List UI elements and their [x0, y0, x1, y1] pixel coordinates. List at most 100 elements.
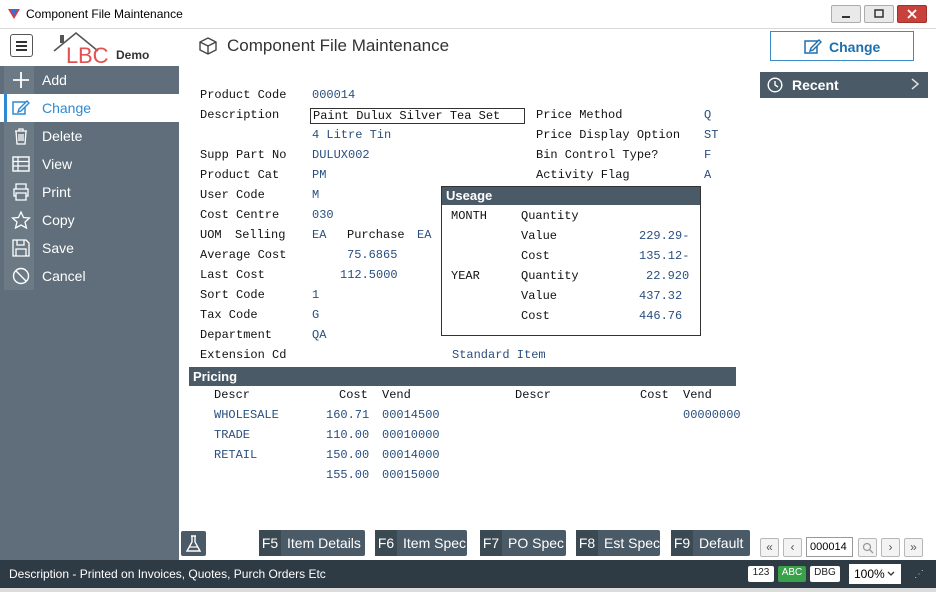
pricing-descr[interactable]: TRADE	[214, 428, 250, 442]
fkey-label: Default	[699, 535, 744, 551]
clock-icon	[767, 77, 783, 93]
price-method-field[interactable]: Q	[704, 108, 711, 122]
first-record-button[interactable]: «	[760, 538, 779, 557]
avg-cost-label: Average Cost	[200, 248, 287, 262]
change-mode-button[interactable]: Change	[770, 31, 914, 61]
maximize-icon	[874, 9, 884, 18]
zoom-select[interactable]: 100%	[849, 564, 901, 584]
sidebar-item-cancel[interactable]: Cancel	[0, 262, 179, 290]
pricing-vend[interactable]: 00010000	[382, 428, 440, 442]
pricing-descr[interactable]: RETAIL	[214, 448, 257, 462]
change-mode-label: Change	[829, 39, 881, 55]
supp-part-label: Supp Part No	[200, 148, 287, 162]
sidebar-item-view[interactable]: View	[0, 150, 179, 178]
close-button[interactable]	[897, 5, 927, 23]
debug-mode-badge[interactable]: DBG	[810, 566, 840, 582]
f9-default-button[interactable]: F9 Default	[671, 530, 750, 556]
recent-label: Recent	[792, 77, 839, 93]
last-record-button[interactable]: »	[904, 538, 923, 557]
cost-centre-field[interactable]: 030	[312, 208, 334, 222]
double-chevron-left-icon: «	[766, 540, 773, 554]
resize-grip-icon[interactable]: ⋰	[914, 569, 924, 580]
cube-icon	[199, 37, 217, 55]
pricing-right-vend-header: Vend	[683, 388, 712, 402]
last-cost-field[interactable]: 112.5000	[340, 268, 398, 282]
description-input[interactable]: Paint Dulux Silver Tea Set	[310, 108, 525, 124]
pricing-cost[interactable]: 150.00	[326, 448, 369, 462]
description2-field[interactable]: 4 Litre Tin	[312, 128, 391, 142]
f8-est-spec-button[interactable]: F8 Est Spec	[576, 530, 660, 556]
sidebar-item-add[interactable]: Add	[0, 66, 179, 94]
tax-code-field[interactable]: G	[312, 308, 319, 322]
next-record-button[interactable]: ›	[881, 538, 900, 557]
tax-code-label: Tax Code	[200, 308, 258, 322]
uom-selling-field[interactable]: EA	[312, 228, 326, 242]
pricing-vend[interactable]: 00014000	[382, 448, 440, 462]
useage-year-label: YEAR	[451, 269, 480, 283]
uom-label: UOM	[200, 228, 222, 242]
pricing-vend[interactable]: 00015000	[382, 468, 440, 482]
price-display-field[interactable]: ST	[704, 128, 718, 142]
activity-flag-field[interactable]: A	[704, 168, 711, 182]
useage-month-cost: 135.12-	[639, 249, 690, 263]
pricing-cost[interactable]: 155.00	[326, 468, 369, 482]
fkey-code: F7	[480, 530, 502, 556]
product-code-field[interactable]: 000014	[312, 88, 355, 102]
sidebar-item-print[interactable]: Print	[0, 178, 179, 206]
numeric-mode-badge[interactable]: 123	[748, 566, 774, 582]
caps-mode-badge[interactable]: ABC	[778, 566, 806, 582]
cost-centre-label: Cost Centre	[200, 208, 280, 222]
useage-panel: Useage MONTH Quantity Value 229.29- Cost…	[441, 186, 701, 336]
useage-year-cost-label: Cost	[521, 309, 550, 323]
f5-item-details-button[interactable]: F5 Item Details	[259, 530, 365, 556]
useage-title: Useage	[442, 187, 700, 205]
extension-text: Standard Item	[452, 348, 546, 362]
sort-code-field[interactable]: 1	[312, 288, 319, 302]
department-field[interactable]: QA	[312, 328, 326, 342]
sidebar-item-copy[interactable]: Copy	[0, 206, 179, 234]
supp-part-field[interactable]: DULUX002	[312, 148, 370, 162]
price-method-label: Price Method	[536, 108, 623, 122]
sidebar-item-label: View	[42, 156, 73, 172]
record-number-input[interactable]: 000014	[806, 537, 853, 557]
search-record-button[interactable]	[858, 538, 877, 557]
useage-month-label: MONTH	[451, 209, 488, 223]
pricing-vend[interactable]: 00014500	[382, 408, 440, 422]
pricing-descr[interactable]: WHOLESALE	[214, 408, 279, 422]
sidebar-item-save[interactable]: Save	[0, 234, 179, 262]
hamburger-menu-button[interactable]	[10, 34, 33, 57]
zoom-value: 100%	[854, 567, 885, 581]
chevron-right-icon: ›	[888, 540, 893, 554]
svg-text:L: L	[66, 43, 78, 65]
description-label: Description	[200, 108, 280, 122]
sidebar-item-label: Change	[42, 100, 92, 116]
useage-month-quantity-label: Quantity	[521, 209, 579, 223]
recent-panel-toggle[interactable]: Recent	[760, 72, 928, 98]
printer-icon	[13, 183, 29, 201]
sidebar-item-change[interactable]: Change	[0, 94, 179, 122]
f7-po-spec-button[interactable]: F7 PO Spec	[480, 530, 566, 556]
minimize-button[interactable]	[831, 5, 861, 23]
window-bottom-edge	[0, 588, 936, 592]
useage-year-quantity-label: Quantity	[521, 269, 579, 283]
uom-selling-label: Selling	[235, 228, 286, 242]
double-chevron-right-icon: »	[910, 540, 917, 554]
f6-item-spec-button[interactable]: F6 Item Spec	[375, 530, 467, 556]
uom-purchase-field[interactable]: EA	[417, 228, 431, 242]
fkey-code: F6	[375, 530, 397, 556]
maximize-button[interactable]	[864, 5, 894, 23]
sidebar-item-label: Delete	[42, 128, 83, 144]
lab-button[interactable]	[181, 531, 206, 556]
product-cat-field[interactable]: PM	[312, 168, 326, 182]
sidebar-item-delete[interactable]: Delete	[0, 122, 179, 150]
useage-year-value-label: Value	[521, 289, 558, 303]
sort-code-label: Sort Code	[200, 288, 265, 302]
pricing-cost[interactable]: 160.71	[326, 408, 369, 422]
previous-record-button[interactable]: ‹	[783, 538, 802, 557]
minimize-icon	[842, 16, 850, 18]
bin-control-field[interactable]: F	[704, 148, 711, 162]
save-icon	[12, 239, 30, 257]
pricing-cost[interactable]: 110.00	[326, 428, 369, 442]
pricing-vend[interactable]: 00000000	[683, 408, 741, 422]
user-code-field[interactable]: M	[312, 188, 319, 202]
